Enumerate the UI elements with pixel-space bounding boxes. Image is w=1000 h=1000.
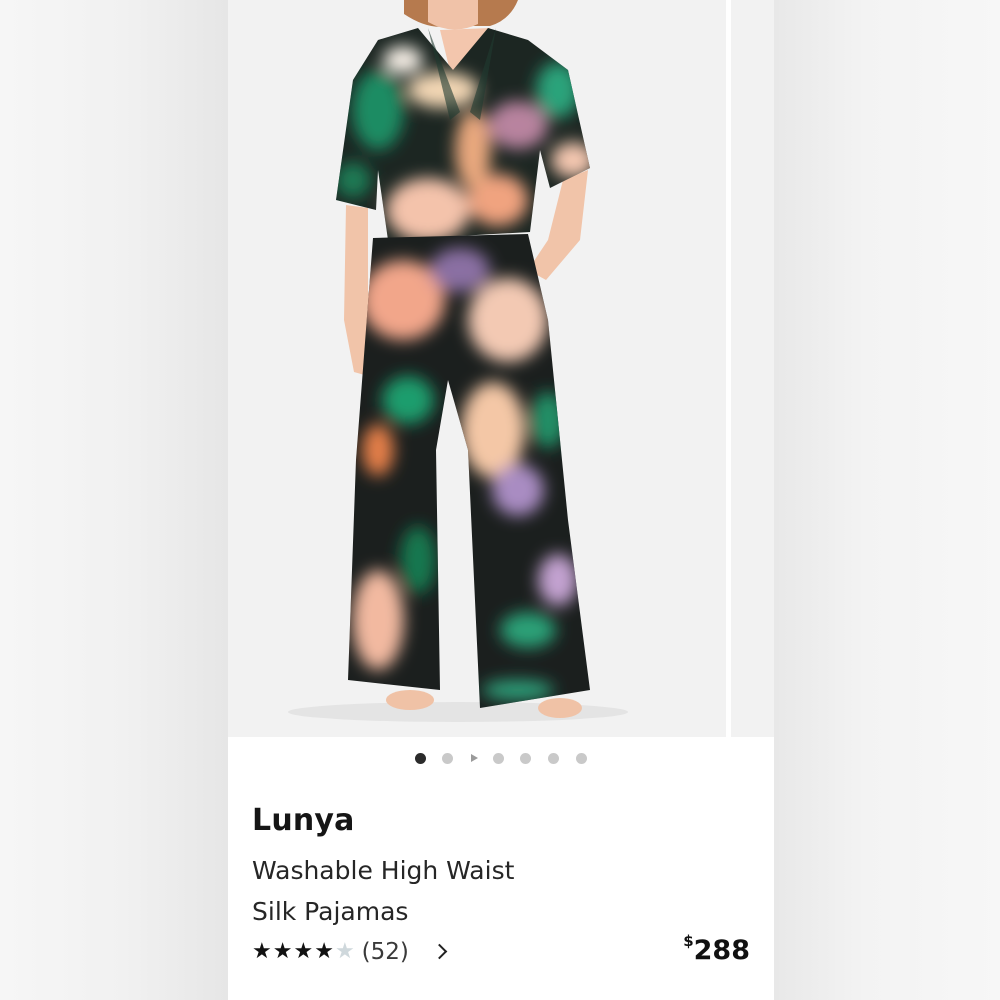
product-card[interactable]: Lunya Washable High Waist Silk Pajamas ★… bbox=[228, 0, 774, 1000]
product-price: $288 bbox=[683, 932, 750, 966]
product-name-line-1: Washable High Waist bbox=[252, 856, 515, 885]
product-image[interactable] bbox=[228, 0, 726, 737]
star-icon: ★ bbox=[252, 939, 272, 964]
price-amount: 288 bbox=[693, 935, 750, 966]
carousel-dot-7[interactable] bbox=[576, 753, 587, 764]
next-image-peek[interactable] bbox=[731, 0, 774, 737]
carousel-dot-5[interactable] bbox=[520, 753, 531, 764]
star-outline-icon: ★ bbox=[334, 939, 355, 964]
pajama-photo-illustration bbox=[228, 0, 726, 737]
play-icon[interactable] bbox=[471, 754, 478, 762]
review-count[interactable]: (52) bbox=[362, 939, 409, 965]
product-name[interactable]: Washable High Waist Silk Pajamas bbox=[252, 850, 582, 932]
star-icon: ★ bbox=[272, 939, 293, 964]
background-left bbox=[0, 0, 228, 1000]
price-currency: $ bbox=[683, 932, 694, 950]
star-icon: ★ bbox=[293, 939, 314, 964]
rating-row[interactable]: ★ ★ ★ ★ ★ (52) bbox=[252, 936, 451, 968]
carousel-dot-4[interactable] bbox=[493, 753, 504, 764]
background-right bbox=[774, 0, 1000, 1000]
star-rating: ★ ★ ★ ★ ★ bbox=[252, 941, 356, 963]
carousel-dot-2[interactable] bbox=[442, 753, 453, 764]
star-icon: ★ bbox=[314, 939, 334, 964]
carousel-dot-1[interactable] bbox=[415, 753, 426, 764]
product-brand[interactable]: Lunya bbox=[252, 803, 355, 838]
carousel-indicator[interactable] bbox=[228, 750, 774, 766]
carousel-dot-6[interactable] bbox=[548, 753, 559, 764]
chevron-right-icon[interactable] bbox=[431, 940, 451, 964]
product-name-line-2: Silk Pajamas bbox=[252, 897, 409, 926]
